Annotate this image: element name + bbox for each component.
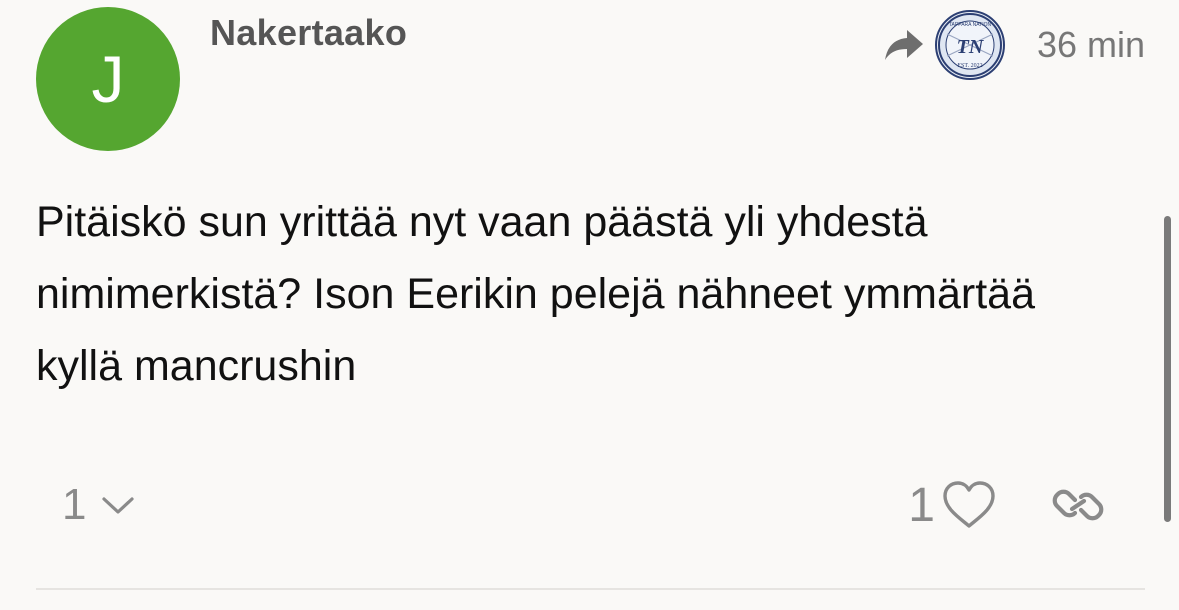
author-avatar[interactable]: J (36, 7, 180, 151)
avatar-letter: J (91, 42, 125, 116)
author-username[interactable]: Nakertaako (210, 12, 407, 54)
reply-arrow-icon (883, 26, 925, 64)
post-actions: 1 (908, 474, 1105, 536)
post-divider (36, 588, 1145, 590)
replies-count: 1 (62, 480, 87, 529)
link-icon[interactable] (1051, 485, 1105, 525)
post-time[interactable]: 36 min (1037, 24, 1145, 66)
badge-top-text: TAPPARA NATION (949, 22, 992, 28)
post: J Nakertaako TAPPARA NATION TN EST. 2022… (0, 0, 1179, 610)
scrollbar[interactable] (1164, 216, 1171, 522)
chevron-down-icon (100, 493, 136, 517)
post-body: Pitäiskö sun yrittää nyt vaan päästä yli… (36, 198, 1036, 390)
like-count[interactable]: 1 (908, 478, 935, 533)
heart-icon[interactable] (941, 480, 997, 530)
replies-toggle[interactable]: 1 (62, 474, 136, 536)
post-meta: TAPPARA NATION TN EST. 2022 36 min (883, 8, 1145, 82)
badge-main-text: TN (957, 36, 985, 58)
badge-bottom-text: EST. 2022 (957, 63, 982, 69)
reply-to-avatar[interactable]: TAPPARA NATION TN EST. 2022 (934, 10, 1005, 80)
